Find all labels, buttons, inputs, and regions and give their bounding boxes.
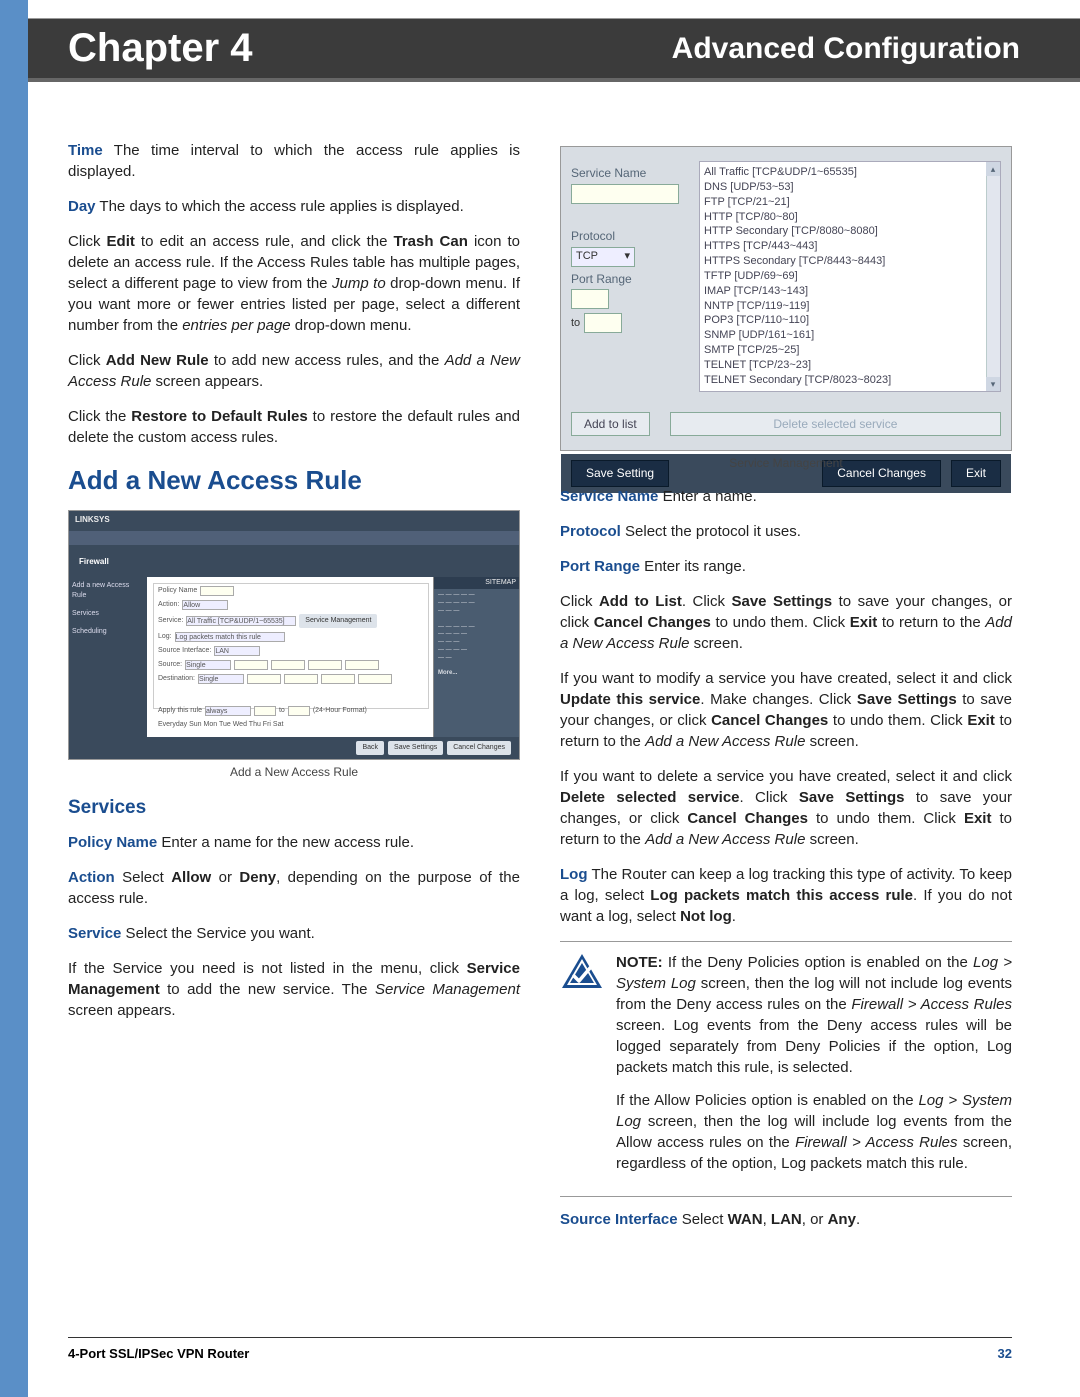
left-stripe — [0, 0, 28, 1397]
para-edit: Click Edit to edit an access rule, and c… — [68, 231, 520, 336]
fig2-service-item: HTTP [TCP/80~80] — [704, 210, 996, 225]
fig2-service-item: TELNET [TCP/23~23] — [704, 358, 996, 373]
fig2-delete-service-button: Delete selected service — [670, 412, 1001, 437]
fig2-service-item: HTTPS Secondary [TCP/8443~8443] — [704, 254, 996, 269]
fig2-service-item: HTTP Secondary [TCP/8080~8080] — [704, 224, 996, 239]
fig2-service-item: IMAP [TCP/143~143] — [704, 284, 996, 299]
note-box: NOTE: If the Deny Policies option is ena… — [560, 941, 1012, 1197]
para-log: Log The Router can keep a log tracking t… — [560, 864, 1012, 927]
fig2-service-list: All Traffic [TCP&UDP/1~65535]DNS [UDP/53… — [699, 161, 1001, 392]
fig1-caption: Add a New Access Rule — [68, 764, 520, 781]
right-column: Service Name Protocol TCP▾ Port Range to — [560, 140, 1012, 1327]
fig2-scrollbar: ▴ ▾ — [986, 162, 1000, 391]
fig2-service-item: All Traffic [TCP&UDP/1~65535] — [704, 165, 996, 180]
page-footer: 4-Port SSL/IPSec VPN Router 32 — [68, 1337, 1012, 1361]
fig2-label-service-name: Service Name — [571, 165, 691, 182]
scroll-up-icon: ▴ — [986, 162, 1000, 176]
para-protocol: Protocol Select the protocol it uses. — [560, 521, 1012, 542]
fig2-port-to-input — [584, 313, 622, 333]
fig2-service-item: TFTP [UDP/69~69] — [704, 269, 996, 284]
figure-add-new-access-rule: LINKSYS Firewall Add a new Access Rule S… — [68, 510, 520, 760]
fig2-service-item: FTP [TCP/21~21] — [704, 195, 996, 210]
chapter-header: Chapter 4 Advanced Configuration — [28, 18, 1080, 82]
para-time: Time The time interval to which the acce… — [68, 140, 520, 182]
content-columns: Time The time interval to which the acce… — [68, 140, 1012, 1327]
para-service: Service Select the Service you want. — [68, 923, 520, 944]
fig1-sitemap-panel: SITEMAP — — — — —— — — — —— — —— — — — —… — [433, 577, 519, 737]
chevron-down-icon: ▾ — [624, 249, 630, 264]
scroll-down-icon: ▾ — [986, 377, 1000, 391]
fig2-service-item: TELNET Secondary [TCP/8023~8023] — [704, 373, 996, 388]
note-icon — [560, 952, 604, 1186]
para-action: Action Select Allow or Deny, depending o… — [68, 867, 520, 909]
footer-pagenum: 32 — [998, 1346, 1012, 1361]
left-column: Time The time interval to which the acce… — [68, 140, 520, 1327]
fig2-service-item: NNTP [TCP/119~119] — [704, 299, 996, 314]
fig1-tab-firewall: Firewall — [69, 545, 519, 577]
fig2-form: Service Name Protocol TCP▾ Port Range to — [571, 161, 691, 392]
fig1-save-button: Save Settings — [388, 741, 443, 755]
para-update-service: If you want to modify a service you have… — [560, 668, 1012, 752]
fig2-save-button: Save Setting — [571, 460, 669, 487]
fig1-cancel-button: Cancel Changes — [447, 741, 511, 755]
fig2-label-protocol: Protocol — [571, 228, 691, 245]
para-delete-service: If you want to delete a service you have… — [560, 766, 1012, 850]
label-day: Day — [68, 198, 96, 215]
fig1-brand: LINKSYS — [69, 511, 519, 531]
heading-services: Services — [68, 795, 520, 822]
fig2-protocol-select: TCP▾ — [571, 247, 635, 267]
fig1-back-button: Back — [356, 741, 384, 755]
para-source-interface: Source Interface Select WAN, LAN, or Any… — [560, 1209, 1012, 1230]
para-day: Day The days to which the access rule ap… — [68, 196, 520, 217]
para-addnew: Click Add New Rule to add new access rul… — [68, 350, 520, 392]
fig2-service-item: HTTPS [TCP/443~443] — [704, 239, 996, 254]
fig2-service-item: DNS [UDP/53~53] — [704, 180, 996, 195]
para-port-range: Port Range Enter its range. — [560, 556, 1012, 577]
figure-service-management: Service Name Protocol TCP▾ Port Range to — [560, 146, 1012, 451]
chapter-subtitle: Advanced Configuration — [672, 32, 1020, 66]
fig2-service-item: SNMP [UDP/161~161] — [704, 328, 996, 343]
fig1-form-panel: Policy Name Action:Allow Service:All Tra… — [153, 583, 429, 709]
fig2-add-to-list-button: Add to list — [571, 412, 650, 437]
para-service-mgmt: If the Service you need is not listed in… — [68, 958, 520, 1021]
fig2-label-port-range: Port Range — [571, 271, 691, 288]
chapter-title: Chapter 4 — [68, 26, 253, 71]
para-restore: Click the Restore to Default Rules to re… — [68, 406, 520, 448]
fig2-service-item: SMTP [TCP/25~25] — [704, 343, 996, 358]
footer-product: 4-Port SSL/IPSec VPN Router — [68, 1346, 249, 1361]
fig2-exit-button: Exit — [951, 460, 1001, 487]
label-time: Time — [68, 142, 103, 159]
note-text: NOTE: If the Deny Policies option is ena… — [616, 952, 1012, 1186]
document-page: Chapter 4 Advanced Configuration Time Th… — [0, 0, 1080, 1397]
fig2-service-name-input — [571, 184, 679, 204]
para-add-to-list: Click Add to List. Click Save Settings t… — [560, 591, 1012, 654]
heading-add-new-access-rule: Add a New Access Rule — [68, 462, 520, 498]
fig1-sidebar: Add a new Access Rule Services Schedulin… — [69, 577, 147, 737]
para-policy-name: Policy Name Enter a name for the new acc… — [68, 832, 520, 853]
fig2-service-item: POP3 [TCP/110~110] — [704, 313, 996, 328]
fig2-port-from-input — [571, 289, 609, 309]
